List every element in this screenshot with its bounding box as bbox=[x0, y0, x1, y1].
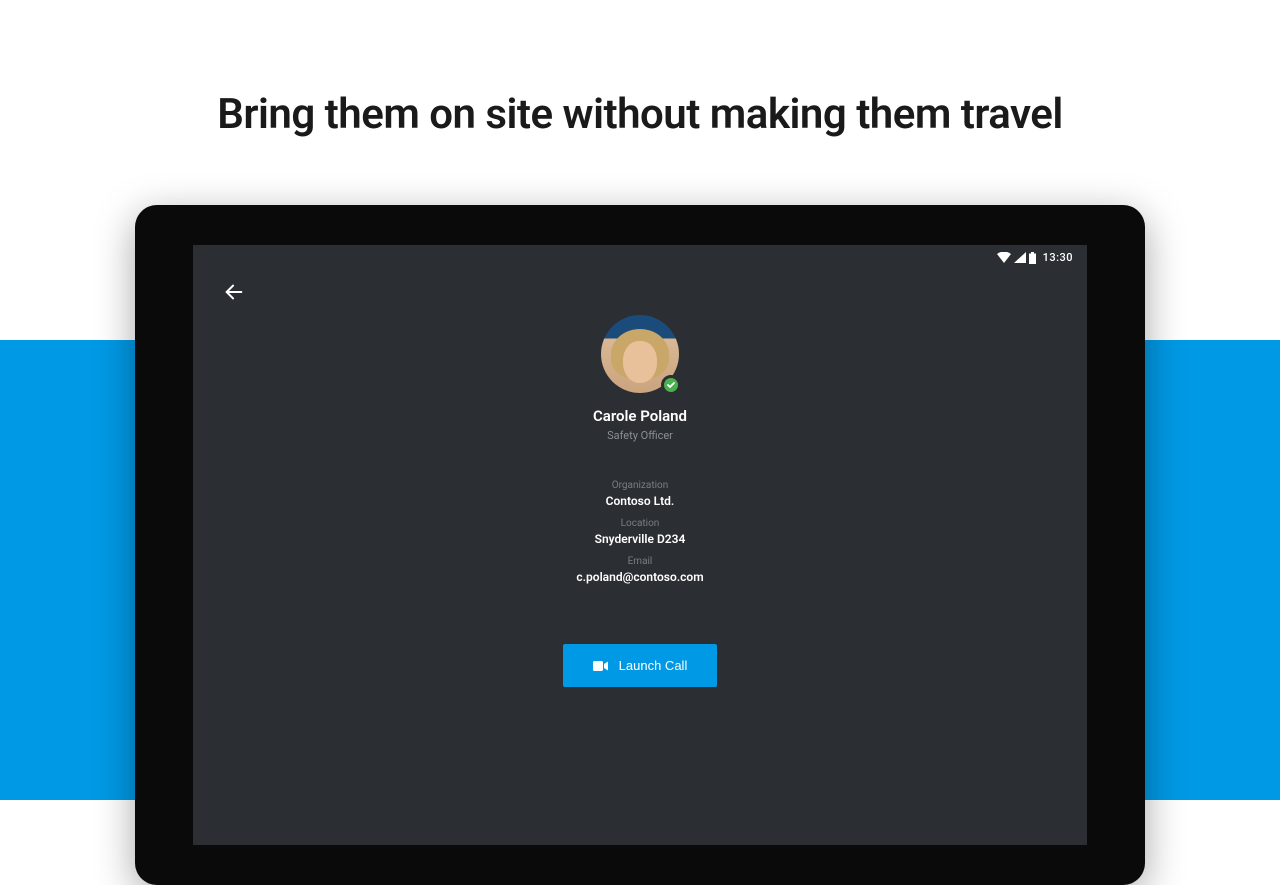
android-status-bar: 13:30 bbox=[997, 251, 1073, 264]
location-value: Snyderville D234 bbox=[576, 532, 703, 546]
contact-role: Safety Officer bbox=[607, 429, 673, 442]
location-label: Location bbox=[576, 518, 703, 529]
tablet-device-frame: 13:30 Carole Poland Safety Office bbox=[135, 205, 1145, 885]
marketing-headline: Bring them on site without making them t… bbox=[0, 90, 1280, 139]
contact-details: Organization Contoso Ltd. Location Snyde… bbox=[576, 480, 703, 584]
launch-call-label: Launch Call bbox=[619, 658, 688, 673]
wifi-icon bbox=[997, 252, 1011, 263]
email-value: c.poland@contoso.com bbox=[576, 570, 703, 584]
status-time: 13:30 bbox=[1043, 251, 1073, 264]
cellular-signal-icon bbox=[1014, 252, 1026, 263]
contact-profile-card: Carole Poland Safety Officer Organizatio… bbox=[193, 315, 1087, 687]
email-label: Email bbox=[576, 556, 703, 567]
avatar-container bbox=[601, 315, 679, 393]
launch-call-button[interactable]: Launch Call bbox=[563, 644, 718, 687]
organization-value: Contoso Ltd. bbox=[576, 494, 703, 508]
contact-name: Carole Poland bbox=[593, 407, 687, 425]
video-camera-icon bbox=[593, 660, 609, 672]
arrow-left-icon bbox=[223, 281, 245, 307]
tablet-screen: 13:30 Carole Poland Safety Office bbox=[193, 245, 1087, 845]
back-button[interactable] bbox=[219, 279, 249, 309]
presence-indicator-icon bbox=[661, 375, 681, 395]
battery-icon bbox=[1029, 252, 1036, 264]
organization-label: Organization bbox=[576, 480, 703, 491]
